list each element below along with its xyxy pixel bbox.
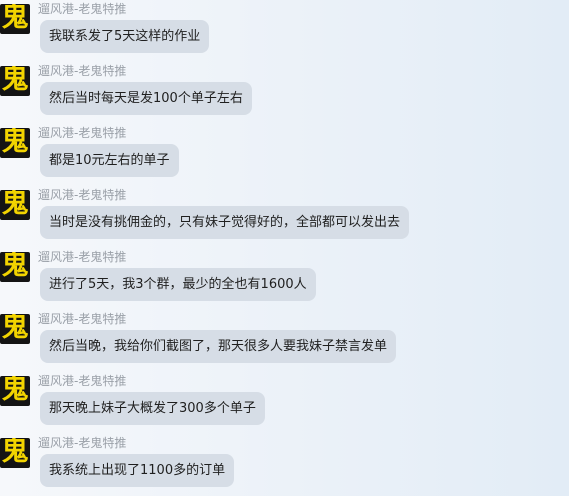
ghost-avatar-icon: 鬼 [1,314,29,343]
message-bubble[interactable]: 当时是没有挑佣金的，只有妹子觉得好的，全部都可以发出去 [40,206,410,239]
ghost-avatar-icon: 鬼 [1,376,29,405]
chat-message: 鬼 遛风港-老鬼特推 进行了5天，我3个群，最少的全也有1600人 [0,248,569,310]
sender-avatar[interactable]: 鬼 [0,66,30,96]
sender-name: 遛风港-老鬼特推 [38,312,127,326]
message-bubble[interactable]: 进行了5天，我3个群，最少的全也有1600人 [40,268,316,301]
chat-message: 鬼 遛风港-老鬼特推 然后当晚，我给你们截图了，那天很多人要我妹子禁言发单 [0,310,569,372]
chat-message: 鬼 遛风港-老鬼特推 我系统上出现了1100多的订单 [0,434,569,496]
chat-message: 鬼 遛风港-老鬼特推 当时是没有挑佣金的，只有妹子觉得好的，全部都可以发出去 [0,186,569,248]
chat-message: 鬼 遛风港-老鬼特推 那天晚上妹子大概发了300多个单子 [0,372,569,434]
sender-name: 遛风港-老鬼特推 [38,2,127,16]
ghost-avatar-icon: 鬼 [1,252,29,281]
message-bubble[interactable]: 都是10元左右的单子 [40,144,179,177]
message-bubble[interactable]: 然后当时每天是发100个单子左右 [40,82,252,115]
sender-name: 遛风港-老鬼特推 [38,64,127,78]
sender-avatar[interactable]: 鬼 [0,190,30,220]
sender-name: 遛风港-老鬼特推 [38,126,127,140]
ghost-avatar-icon: 鬼 [1,438,29,467]
sender-avatar[interactable]: 鬼 [0,4,30,34]
sender-avatar[interactable]: 鬼 [0,128,30,158]
sender-avatar[interactable]: 鬼 [0,438,30,468]
message-bubble[interactable]: 然后当晚，我给你们截图了，那天很多人要我妹子禁言发单 [40,330,397,363]
sender-name: 遛风港-老鬼特推 [38,250,127,264]
ghost-avatar-icon: 鬼 [1,190,29,219]
ghost-avatar-icon: 鬼 [1,128,29,157]
ghost-avatar-icon: 鬼 [1,66,29,95]
chat-message: 鬼 遛风港-老鬼特推 我联系发了5天这样的作业 [0,0,569,62]
sender-name: 遛风港-老鬼特推 [38,188,127,202]
chat-message: 鬼 遛风港-老鬼特推 然后当时每天是发100个单子左右 [0,62,569,124]
sender-name: 遛风港-老鬼特推 [38,374,127,388]
message-bubble[interactable]: 我系统上出现了1100多的订单 [40,454,235,487]
ghost-avatar-icon: 鬼 [1,4,29,33]
chat-message: 鬼 遛风港-老鬼特推 都是10元左右的单子 [0,124,569,186]
message-bubble[interactable]: 我联系发了5天这样的作业 [40,20,210,53]
sender-avatar[interactable]: 鬼 [0,376,30,406]
sender-name: 遛风港-老鬼特推 [38,436,127,450]
sender-avatar[interactable]: 鬼 [0,252,30,282]
chat-message-list[interactable]: 鬼 遛风港-老鬼特推 我联系发了5天这样的作业 鬼 遛风港-老鬼特推 然后当时每… [0,0,569,491]
sender-avatar[interactable]: 鬼 [0,314,30,344]
message-bubble[interactable]: 那天晚上妹子大概发了300多个单子 [40,392,265,425]
